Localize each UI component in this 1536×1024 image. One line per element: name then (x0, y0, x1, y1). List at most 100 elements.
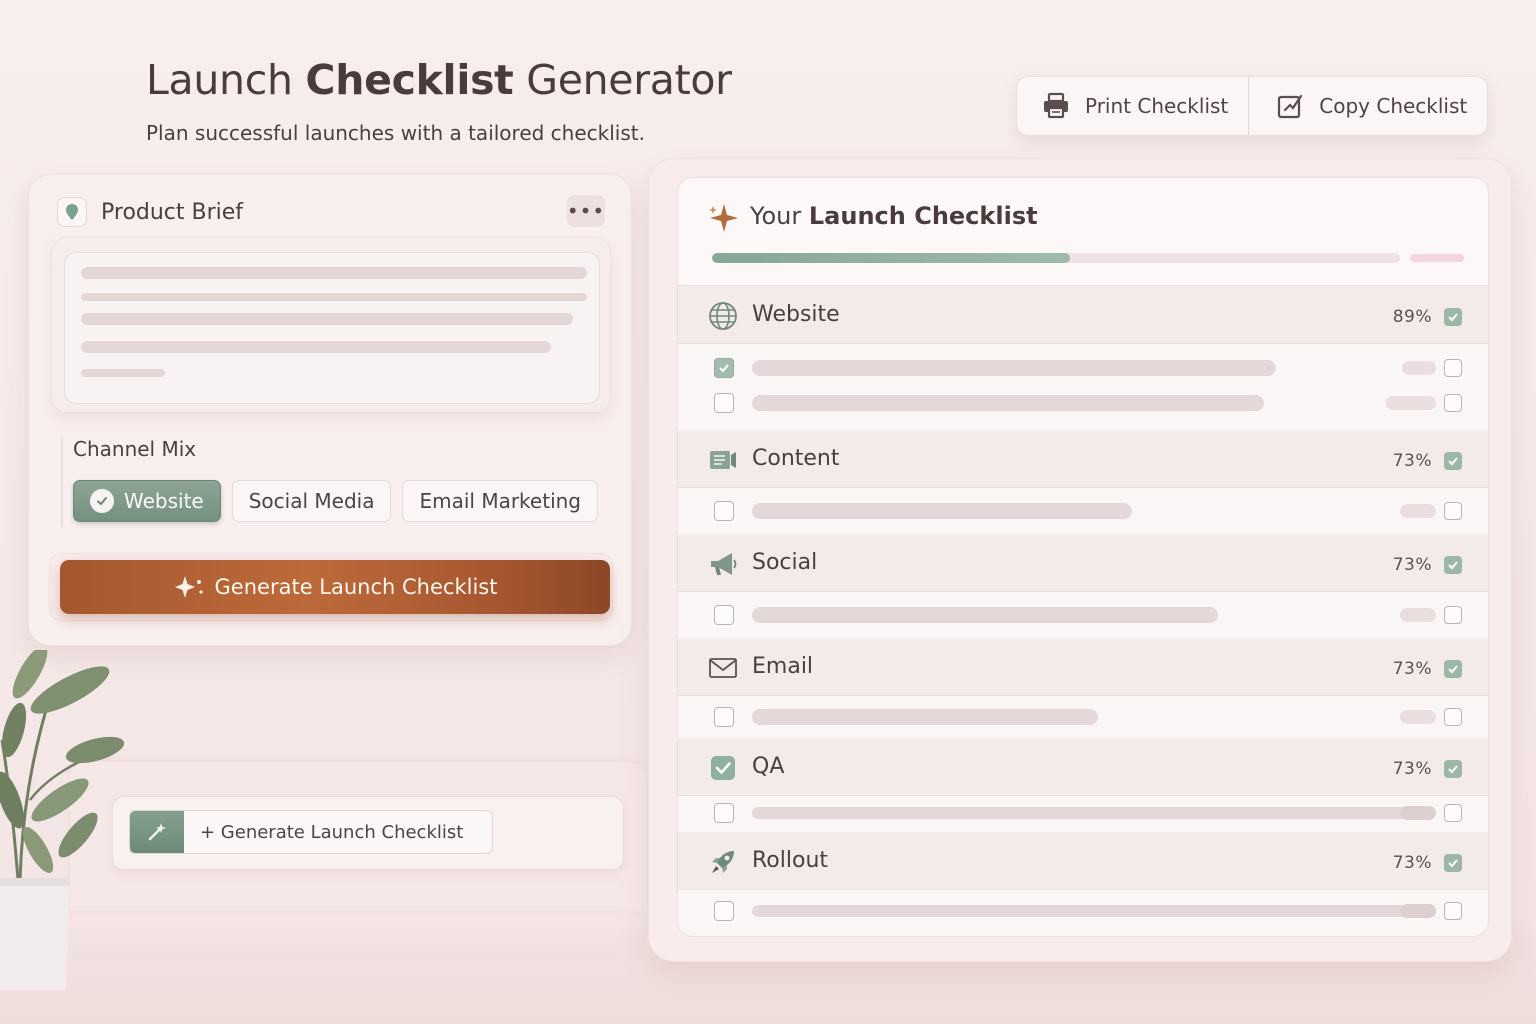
channel-chip-label: Website (124, 489, 204, 513)
section-name: Email (752, 654, 814, 679)
product-brief-title: Product Brief (101, 199, 244, 225)
quick-generate-panel: + Generate Launch Checklist (70, 762, 646, 910)
item-text-placeholder (752, 607, 1218, 623)
item-checkbox[interactable] (714, 803, 734, 823)
text-placeholder-line (81, 369, 165, 377)
product-brief-card: Product Brief ••• Channel Mix Website So… (28, 174, 632, 646)
checklist-progress-bar (712, 253, 1400, 263)
item-secondary-checkbox[interactable] (1444, 359, 1462, 377)
item-secondary-checkbox[interactable] (1444, 502, 1462, 520)
checklist-item (678, 894, 1488, 928)
section-name: QA (752, 754, 785, 779)
checklist-item (678, 386, 1488, 420)
channel-chips: Website Social Media Email Marketing (73, 480, 598, 522)
copy-checklist-label: Copy Checklist (1319, 94, 1468, 118)
item-secondary-checkbox[interactable] (1444, 708, 1462, 726)
item-checkbox[interactable] (714, 901, 734, 921)
item-tag-placeholder (1400, 608, 1436, 622)
section-header[interactable]: Content 73% (678, 430, 1488, 488)
item-secondary-checkbox[interactable] (1444, 902, 1462, 920)
item-secondary-checkbox[interactable] (1444, 394, 1462, 412)
pin-icon (57, 197, 87, 227)
brief-textarea[interactable] (64, 252, 600, 404)
envelope-icon (709, 658, 737, 678)
megaphone-icon (711, 553, 737, 575)
magic-wand-icon (130, 811, 184, 853)
generate-launch-checklist-button[interactable]: Generate Launch Checklist (60, 560, 610, 614)
more-options-button[interactable]: ••• (567, 195, 605, 227)
globe-icon (709, 302, 737, 330)
section-check-icon (1444, 452, 1462, 470)
channel-mix-label: Channel Mix (73, 437, 197, 461)
page-subtitle: Plan successful launches with a tailored… (146, 121, 645, 145)
checklist-title: Your Launch Checklist (750, 202, 1038, 230)
section-percent: 73% (1392, 759, 1432, 779)
section-check-icon (1444, 760, 1462, 778)
sparkle-icon (174, 576, 203, 598)
section-percent: 89% (1392, 307, 1432, 327)
section-name: Content (752, 446, 840, 471)
check-circle-icon (90, 489, 114, 513)
section-percent: 73% (1392, 853, 1432, 873)
potted-plant-decoration (0, 650, 125, 990)
item-text-placeholder (752, 807, 1436, 819)
checklist-item (678, 700, 1488, 734)
section-header[interactable]: Rollout 73% (678, 832, 1488, 890)
checklist-item (678, 351, 1488, 385)
channel-chip-email-marketing[interactable]: Email Marketing (402, 480, 598, 522)
section-percent: 73% (1392, 659, 1432, 679)
section-header[interactable]: QA 73% (678, 738, 1488, 796)
text-placeholder-line (81, 267, 587, 279)
sparkle-icon (709, 204, 738, 232)
section-name: Rollout (752, 848, 829, 873)
item-checkbox[interactable] (714, 501, 734, 521)
section-qa: QA 73% (678, 738, 1488, 832)
item-tag-placeholder (1400, 504, 1436, 518)
item-text-placeholder (752, 709, 1098, 725)
checklist-item (678, 796, 1488, 830)
item-checkbox[interactable] (714, 605, 734, 625)
section-check-icon (1444, 660, 1462, 678)
section-header[interactable]: Social 73% (678, 534, 1488, 592)
section-percent: 73% (1392, 451, 1432, 471)
rocket-icon (712, 851, 734, 873)
channel-chip-social-media[interactable]: Social Media (231, 480, 392, 522)
printer-icon (1044, 92, 1068, 119)
print-checklist-button[interactable]: Print Checklist (1017, 77, 1248, 135)
item-tag-placeholder (1386, 396, 1436, 410)
print-checklist-label: Print Checklist (1085, 94, 1229, 118)
checklist-header: Your Launch Checklist (678, 178, 1488, 286)
copy-checklist-button[interactable]: Copy Checklist (1248, 77, 1487, 135)
progress-accent (1410, 254, 1464, 262)
item-tag-placeholder (1400, 710, 1436, 724)
section-header[interactable]: Email 73% (678, 638, 1488, 696)
progress-fill (712, 253, 1070, 263)
item-checkbox[interactable] (714, 393, 734, 413)
item-checkbox[interactable] (714, 358, 734, 378)
action-bar: Print Checklist Copy Checklist (1016, 76, 1488, 136)
check-square-icon (711, 756, 735, 780)
section-percent: 73% (1392, 555, 1432, 575)
checklist-card: Your Launch Checklist Website 89% Conten… (677, 177, 1489, 937)
channel-chip-website[interactable]: Website (73, 480, 221, 522)
checklist-item (678, 494, 1488, 528)
copy-edit-icon (1278, 94, 1303, 119)
section-rollout: Rollout 73% (678, 832, 1488, 936)
item-text-placeholder (752, 360, 1276, 376)
content-icon (710, 451, 736, 469)
section-website: Website 89% (678, 286, 1488, 430)
quick-generate-button[interactable]: + Generate Launch Checklist (129, 810, 493, 854)
section-name: Social (752, 550, 818, 575)
item-secondary-checkbox[interactable] (1444, 804, 1462, 822)
checklist-outer-panel: Your Launch Checklist Website 89% Conten… (648, 158, 1512, 962)
quick-generate-label: + Generate Launch Checklist (200, 821, 464, 843)
text-placeholder-line (81, 341, 551, 353)
item-secondary-checkbox[interactable] (1444, 606, 1462, 624)
item-checkbox[interactable] (714, 707, 734, 727)
item-tag-placeholder (1402, 361, 1436, 375)
section-header[interactable]: Website 89% (678, 286, 1488, 344)
page-title: Launch Checklist Generator (146, 56, 732, 104)
item-tag-placeholder (1400, 806, 1436, 820)
section-name: Website (752, 302, 840, 327)
text-placeholder-line (81, 313, 573, 325)
